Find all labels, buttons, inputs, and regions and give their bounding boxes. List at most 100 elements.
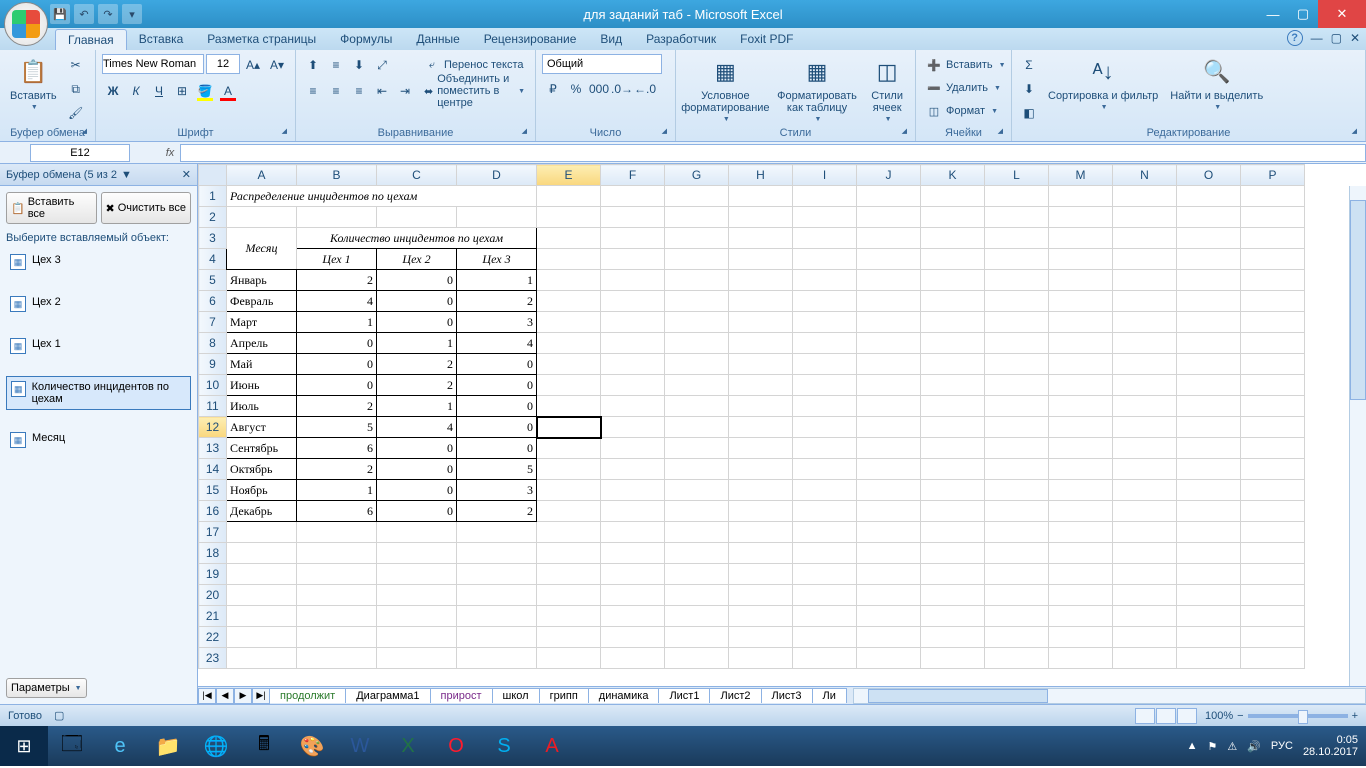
cell[interactable]: 0 xyxy=(377,312,457,333)
sort-filter-button[interactable]: ᴬ↓Сортировка и фильтр▼ xyxy=(1044,54,1162,113)
cell[interactable] xyxy=(537,459,601,480)
ribbon-tab[interactable]: Рецензирование xyxy=(472,29,589,50)
minimize-ribbon-icon[interactable]: — xyxy=(1311,31,1323,45)
cell[interactable] xyxy=(457,207,537,228)
cell[interactable] xyxy=(985,396,1049,417)
cell[interactable] xyxy=(1177,438,1241,459)
tray-volume-icon[interactable]: 🔊 xyxy=(1247,740,1261,753)
cell[interactable] xyxy=(1113,627,1177,648)
cell[interactable] xyxy=(985,627,1049,648)
cell[interactable] xyxy=(729,186,793,207)
sheet-nav-last-icon[interactable]: ▶| xyxy=(252,688,270,704)
decrease-indent-icon[interactable]: ⇤ xyxy=(371,80,393,102)
cell[interactable] xyxy=(857,585,921,606)
insert-cells-button[interactable]: ➕Вставить▼ xyxy=(922,54,1010,76)
cell[interactable]: Цех 1 xyxy=(297,249,377,270)
cell[interactable] xyxy=(1177,480,1241,501)
cell[interactable]: 0 xyxy=(377,291,457,312)
cell[interactable] xyxy=(857,627,921,648)
cell[interactable]: 2 xyxy=(377,375,457,396)
cell[interactable] xyxy=(665,354,729,375)
cell[interactable] xyxy=(921,459,985,480)
cell[interactable] xyxy=(793,606,857,627)
taskbar-paint-icon[interactable]: 🎨 xyxy=(288,726,336,766)
cell[interactable] xyxy=(985,291,1049,312)
cell[interactable] xyxy=(1113,186,1177,207)
taskpane-close-icon[interactable]: ✕ xyxy=(182,168,191,181)
clipboard-item[interactable]: ▦Количество инцидентов по цехам xyxy=(6,376,191,410)
cell[interactable] xyxy=(457,648,537,669)
cell[interactable] xyxy=(297,627,377,648)
comma-icon[interactable]: 000 xyxy=(588,78,610,100)
sheet-tab[interactable]: продолжит xyxy=(269,688,346,703)
cell[interactable]: Количество инцидентов по цехам xyxy=(297,228,537,249)
cell[interactable] xyxy=(601,648,665,669)
increase-decimal-icon[interactable]: .0→ xyxy=(611,78,633,100)
row-header[interactable]: 12 xyxy=(199,417,227,438)
cell[interactable] xyxy=(857,291,921,312)
cell[interactable] xyxy=(729,354,793,375)
save-icon[interactable]: 💾 xyxy=(50,4,70,24)
fill-color-icon[interactable]: 🪣 xyxy=(194,80,216,102)
row-header[interactable]: 1 xyxy=(199,186,227,207)
cell[interactable] xyxy=(1113,564,1177,585)
merge-center-button[interactable]: ⬌Объединить и поместить в центре▼ xyxy=(420,80,529,102)
cell[interactable] xyxy=(297,522,377,543)
cell[interactable] xyxy=(793,585,857,606)
column-header[interactable]: E xyxy=(537,165,601,186)
cell[interactable] xyxy=(857,270,921,291)
cell[interactable] xyxy=(297,543,377,564)
cell[interactable] xyxy=(1113,270,1177,291)
spreadsheet-grid[interactable]: ABCDEFGHIJKLMNOP1Распределение инциденто… xyxy=(198,164,1305,669)
cell[interactable]: Ноябрь xyxy=(227,480,297,501)
align-top-icon[interactable]: ⬆ xyxy=(302,54,324,76)
column-header[interactable]: N xyxy=(1113,165,1177,186)
cell[interactable] xyxy=(665,312,729,333)
cell[interactable] xyxy=(985,312,1049,333)
restore-window-icon[interactable]: ▢ xyxy=(1331,31,1342,45)
cell[interactable] xyxy=(857,312,921,333)
cell[interactable]: 4 xyxy=(297,291,377,312)
cell[interactable] xyxy=(1049,564,1113,585)
cell[interactable] xyxy=(1049,270,1113,291)
cell[interactable] xyxy=(1049,501,1113,522)
underline-button[interactable]: Ч xyxy=(148,80,170,102)
ribbon-tab[interactable]: Вставка xyxy=(127,29,196,50)
fill-icon[interactable]: ⬇ xyxy=(1018,78,1040,100)
cell[interactable]: Месяц xyxy=(227,228,297,270)
cell[interactable] xyxy=(1241,228,1305,249)
close-button[interactable]: ✕ xyxy=(1318,0,1366,28)
cell[interactable] xyxy=(1241,585,1305,606)
cell[interactable] xyxy=(1177,354,1241,375)
cell[interactable] xyxy=(665,249,729,270)
sheet-tab[interactable]: Ли xyxy=(812,688,847,703)
cell[interactable] xyxy=(1113,543,1177,564)
cell[interactable] xyxy=(1049,459,1113,480)
number-format-combo[interactable] xyxy=(542,54,662,74)
cell[interactable] xyxy=(857,438,921,459)
cell[interactable] xyxy=(1049,333,1113,354)
cell[interactable] xyxy=(793,459,857,480)
tray-lang[interactable]: РУС xyxy=(1271,740,1293,752)
vertical-scrollbar[interactable] xyxy=(1349,186,1366,686)
cell[interactable] xyxy=(457,564,537,585)
cell[interactable] xyxy=(1049,438,1113,459)
cell[interactable] xyxy=(601,627,665,648)
ribbon-tab[interactable]: Данные xyxy=(404,29,471,50)
row-header[interactable]: 7 xyxy=(199,312,227,333)
cell[interactable] xyxy=(665,564,729,585)
cell[interactable] xyxy=(1241,459,1305,480)
cell[interactable] xyxy=(665,438,729,459)
tray-clock[interactable]: 0:05 28.10.2017 xyxy=(1303,734,1358,758)
cell[interactable] xyxy=(1177,606,1241,627)
copy-icon[interactable]: ⧉ xyxy=(65,78,87,100)
cell[interactable] xyxy=(857,375,921,396)
clear-all-button[interactable]: ✖Очистить все xyxy=(101,192,192,224)
minimize-button[interactable]: — xyxy=(1258,0,1288,28)
sheet-tab[interactable]: Диаграмма1 xyxy=(345,688,430,703)
format-painter-icon[interactable]: 🖌 xyxy=(65,102,87,124)
cell[interactable] xyxy=(1113,438,1177,459)
cell[interactable] xyxy=(729,564,793,585)
format-cells-button[interactable]: ◫Формат▼ xyxy=(922,100,1002,122)
cell[interactable] xyxy=(985,375,1049,396)
